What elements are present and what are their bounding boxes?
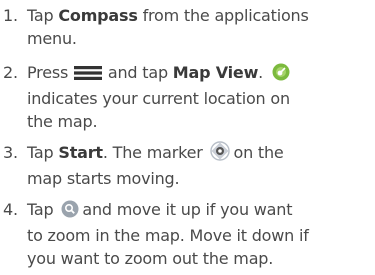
step-text-fragment: . xyxy=(258,63,264,82)
step-text-fragment: Press xyxy=(27,63,73,82)
step-number: 3. xyxy=(3,143,18,162)
map-view-label: Map View xyxy=(172,63,259,82)
step-text-line: to zoom in the map. Move it down if xyxy=(27,226,309,245)
zoom-icon xyxy=(61,200,79,224)
step-text-fragment: and tap xyxy=(103,63,173,82)
step-text: Tap Compass from the applications menu. xyxy=(27,4,367,50)
step-text: Press and tap Map View. indicates your c… xyxy=(27,61,367,133)
step-text-fragment: on the xyxy=(233,143,284,162)
step-text-fragment: Tap xyxy=(27,143,59,162)
step-text-fragment: . The marker xyxy=(102,143,203,162)
step-text-fragment: and move it up if you want xyxy=(82,200,293,219)
step-number: 2. xyxy=(3,63,18,82)
compass-label: Compass xyxy=(58,6,138,25)
step-text-line: menu. xyxy=(27,29,77,48)
step-text: Tap Start. The marker on the map starts … xyxy=(27,141,367,190)
menu-icon xyxy=(73,64,103,87)
step-text-fragment: from the applications xyxy=(137,6,309,25)
step-text-line: indicates your current location on xyxy=(27,89,290,108)
step-text-fragment: Tap xyxy=(27,6,59,25)
step-text-line: you want to zoom out the map. xyxy=(27,249,274,268)
step-text-fragment: Tap xyxy=(27,200,54,219)
step-number: 4. xyxy=(3,200,18,219)
start-label: Start xyxy=(58,143,103,162)
step-text-line: the map. xyxy=(27,112,98,131)
current-location-icon xyxy=(272,63,290,87)
step-number: 1. xyxy=(3,6,18,25)
map-marker-icon xyxy=(210,141,231,167)
step-text: Tap and move it up if you want to zoom i… xyxy=(27,198,367,270)
instruction-list: 1. Tap Compass from the applications men… xyxy=(0,0,375,275)
step-text-line: map starts moving. xyxy=(27,169,180,188)
